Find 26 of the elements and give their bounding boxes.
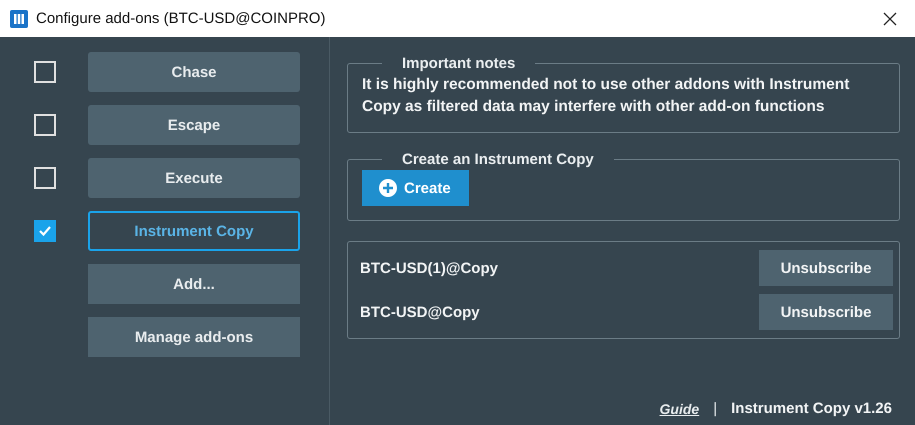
action-button[interactable]: Add... bbox=[88, 264, 300, 304]
close-icon bbox=[883, 12, 897, 26]
checkbox[interactable] bbox=[34, 114, 56, 136]
checkbox[interactable] bbox=[34, 61, 56, 83]
unsubscribe-button[interactable]: Unsubscribe bbox=[759, 250, 893, 286]
plus-icon bbox=[378, 178, 398, 198]
checkbox[interactable] bbox=[34, 220, 56, 242]
addon-button[interactable]: Escape bbox=[88, 105, 300, 145]
addon-button[interactable]: Instrument Copy bbox=[88, 211, 300, 251]
unsubscribe-button[interactable]: Unsubscribe bbox=[759, 294, 893, 330]
create-button[interactable]: Create bbox=[362, 170, 469, 206]
create-title: Create an Instrument Copy bbox=[401, 151, 595, 168]
app-icon bbox=[10, 10, 28, 28]
guide-link[interactable]: Guide bbox=[660, 400, 700, 416]
addon-button[interactable]: Execute bbox=[88, 158, 300, 198]
checkbox[interactable] bbox=[34, 167, 56, 189]
window-title: Configure add-ons (BTC-USD@COINPRO) bbox=[36, 10, 326, 27]
action-button[interactable]: Manage add-ons bbox=[88, 317, 300, 357]
separator: | bbox=[713, 400, 718, 417]
version-label: Instrument Copy v1.26 bbox=[731, 400, 892, 417]
copy-name: BTC-USD(1)@Copy bbox=[360, 260, 498, 276]
copy-name: BTC-USD@Copy bbox=[360, 304, 480, 320]
notes-text: It is highly recommended not to use other addons with Instrument Copy as filtered data may interfere with other add-on functions bbox=[362, 75, 850, 117]
checkmark-icon bbox=[38, 225, 52, 237]
notes-title: Important notes bbox=[401, 55, 516, 72]
addon-button[interactable]: Chase bbox=[88, 52, 300, 92]
